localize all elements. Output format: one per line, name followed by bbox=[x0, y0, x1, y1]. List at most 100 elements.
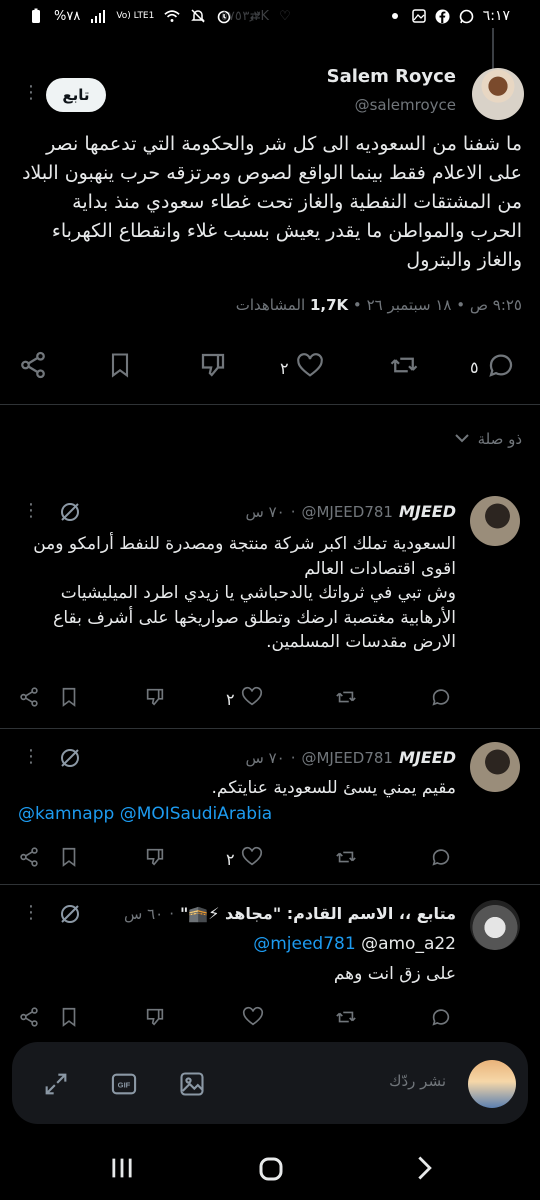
gallery-notification-icon bbox=[411, 8, 427, 24]
divider bbox=[0, 884, 540, 885]
likes-count: ٢ bbox=[226, 849, 235, 869]
system-navigation-bar bbox=[0, 1140, 540, 1200]
expand-icon[interactable] bbox=[42, 1070, 70, 1102]
reply-author-name[interactable]: MJEED bbox=[399, 502, 456, 521]
reply-header: ٧٠ س · @MJEED781 MJEED bbox=[245, 502, 456, 521]
reply-icon bbox=[485, 350, 517, 384]
bookmark-button[interactable] bbox=[106, 350, 134, 384]
like-button[interactable]: ٢ bbox=[226, 686, 263, 712]
author-name[interactable]: Salem Royce bbox=[327, 66, 456, 87]
share-button[interactable] bbox=[18, 686, 40, 712]
tweet-meta: ٩:٢٥ ص • ١٨ سبتمبر ٢٦ • 1,7K المشاهدات bbox=[235, 296, 522, 314]
retweet-button[interactable] bbox=[334, 686, 358, 712]
composer-avatar bbox=[468, 1060, 516, 1108]
bookmark-button[interactable] bbox=[58, 1006, 80, 1032]
reply-header: متابع ،، الاسم القادم: "مجاهد ⚡🕋" · ٦٠ س bbox=[123, 904, 456, 923]
retweet-icon bbox=[388, 350, 420, 384]
retweet-icon bbox=[334, 686, 358, 712]
bookmark-button[interactable] bbox=[58, 686, 80, 712]
tweet-date: ١٨ سبتمبر ٢٦ bbox=[366, 296, 452, 314]
reply-to-mention[interactable]: @amo_a22 bbox=[361, 934, 456, 954]
reply-input[interactable]: نشر ردّك bbox=[389, 1072, 446, 1090]
thumbs-down-icon bbox=[198, 350, 228, 384]
reply-mentions[interactable]: @kamnapp @MOISaudiArabia bbox=[18, 804, 272, 824]
retweet-button[interactable] bbox=[388, 350, 420, 384]
tweet-text: ما شفنا من السعوديه الى كل شر والحكومة ا… bbox=[22, 133, 522, 271]
notification-dot-icon bbox=[387, 8, 403, 24]
reply-author-name[interactable]: متابع ،، الاسم القادم: "مجاهد ⚡🕋" bbox=[180, 904, 456, 923]
battery-level: %٧٨ bbox=[54, 8, 81, 24]
heart-icon bbox=[241, 686, 263, 712]
retweet-icon bbox=[334, 1006, 358, 1032]
reply-time: ٦٠ س bbox=[123, 904, 164, 923]
reply-button[interactable] bbox=[430, 1006, 452, 1032]
reply-avatar[interactable] bbox=[470, 900, 520, 950]
ghost-retweet-icon: ⇄ bbox=[249, 8, 261, 24]
retweet-button[interactable] bbox=[334, 846, 358, 872]
reply-handle[interactable]: @MJEED781 bbox=[301, 749, 393, 767]
reply-to-line: @mjeed781 @amo_a22 bbox=[253, 934, 456, 954]
network-label: Vo) LTE1 bbox=[116, 10, 155, 21]
share-icon bbox=[18, 1006, 40, 1032]
reply-handle[interactable]: @MJEED781 bbox=[301, 503, 393, 521]
home-icon[interactable] bbox=[256, 1154, 286, 1188]
like-button[interactable]: ٢ bbox=[226, 846, 263, 872]
reply-time: ٧٠ س bbox=[245, 748, 285, 767]
share-button[interactable] bbox=[18, 846, 40, 872]
like-button[interactable]: ٢ bbox=[280, 352, 325, 384]
gif-icon[interactable]: GIF bbox=[110, 1070, 138, 1102]
downvote-button[interactable] bbox=[144, 1006, 166, 1032]
reply-composer[interactable]: نشر ردّك GIF bbox=[12, 1042, 528, 1124]
reply-text: السعودية تملك اكبر شركة منتجة ومصدرة للن… bbox=[33, 534, 456, 652]
downvote-button[interactable] bbox=[144, 846, 166, 872]
reply-avatar[interactable] bbox=[470, 496, 520, 546]
share-button[interactable] bbox=[18, 350, 48, 384]
related-section-header[interactable]: ذو صلة bbox=[454, 430, 522, 448]
reply-button[interactable] bbox=[430, 686, 452, 712]
image-icon[interactable] bbox=[178, 1070, 206, 1102]
views-count: 1,7K bbox=[309, 296, 349, 314]
thumbs-down-icon bbox=[144, 1006, 166, 1032]
downvote-button[interactable] bbox=[198, 350, 228, 384]
more-options-icon[interactable]: ⋮ bbox=[22, 500, 40, 521]
likes-count: ٢ bbox=[280, 358, 289, 378]
author-handle[interactable]: @salemroyce bbox=[355, 96, 456, 114]
reply-icon bbox=[430, 846, 452, 872]
bookmark-icon bbox=[58, 1006, 80, 1032]
replies-count: ٥ bbox=[470, 357, 479, 377]
mute-notifications-icon bbox=[190, 8, 206, 24]
chevron-down-icon bbox=[454, 430, 470, 448]
reply-author-name[interactable]: MJEED bbox=[399, 748, 456, 767]
like-button[interactable] bbox=[242, 1006, 264, 1032]
recent-apps-icon[interactable] bbox=[108, 1154, 136, 1186]
reply-to-mention[interactable]: @mjeed781 bbox=[253, 934, 355, 954]
share-icon bbox=[18, 350, 48, 384]
heart-icon bbox=[295, 352, 325, 384]
back-icon[interactable] bbox=[410, 1154, 438, 1186]
author-avatar[interactable] bbox=[472, 68, 524, 120]
reply-button[interactable]: ٥ bbox=[470, 350, 517, 384]
reply-time: ٧٠ س bbox=[245, 502, 285, 521]
reply-header: ٧٠ س · @MJEED781 MJEED bbox=[245, 748, 456, 767]
downvote-button[interactable] bbox=[144, 686, 166, 712]
follow-button[interactable]: تابع bbox=[46, 78, 106, 112]
signal-icon bbox=[90, 8, 106, 24]
status-bar: %٧٨ Vo) LTE1 ٣٫٢K ♡ ٥٧٥ ⇄ ٦:١٧ bbox=[0, 0, 540, 40]
divider bbox=[0, 728, 540, 729]
reply-icon bbox=[430, 686, 452, 712]
retweet-button[interactable] bbox=[334, 1006, 358, 1032]
bookmark-button[interactable] bbox=[58, 846, 80, 872]
reply-avatar[interactable] bbox=[470, 742, 520, 792]
likes-count: ٢ bbox=[226, 689, 235, 709]
thumbs-down-icon bbox=[144, 686, 166, 712]
share-button[interactable] bbox=[18, 1006, 40, 1032]
more-options-icon[interactable]: ⋮ bbox=[22, 82, 40, 103]
divider bbox=[0, 404, 540, 405]
more-options-icon[interactable]: ⋮ bbox=[22, 902, 40, 923]
more-options-icon[interactable]: ⋮ bbox=[22, 746, 40, 767]
reply-button[interactable] bbox=[430, 846, 452, 872]
grok-icon[interactable] bbox=[58, 746, 82, 774]
grok-icon[interactable] bbox=[58, 902, 82, 930]
views-label[interactable]: المشاهدات bbox=[236, 296, 305, 314]
grok-icon[interactable] bbox=[58, 500, 82, 528]
